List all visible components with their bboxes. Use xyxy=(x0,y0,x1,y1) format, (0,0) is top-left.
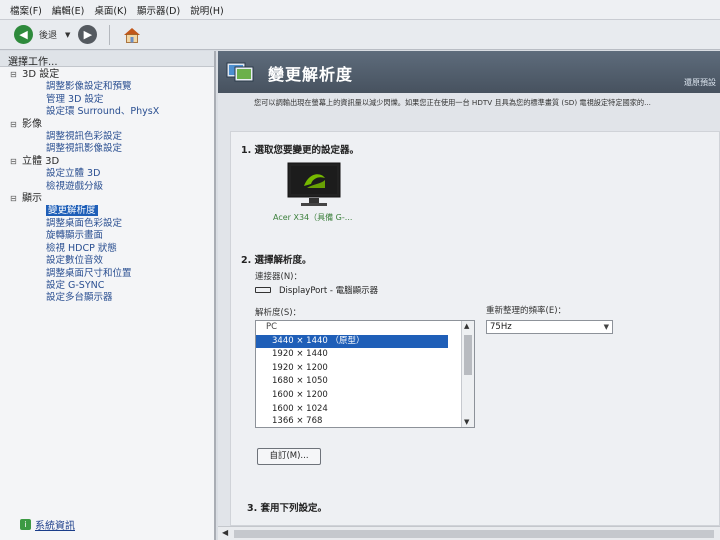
tree-item-gsync[interactable]: 設定 G-SYNC xyxy=(10,280,214,292)
tree-item-image-settings[interactable]: 調整影像設定和預覽 xyxy=(10,81,214,93)
list-item-resolution[interactable]: 1920 × 1200 xyxy=(256,362,474,376)
tree-item-rotate-display[interactable]: 旋轉顯示畫面 xyxy=(10,230,214,242)
tree-item-manage-3d[interactable]: 管理 3D 設定 xyxy=(10,94,214,106)
list-group-pc: PC xyxy=(266,322,278,332)
tree-category-video[interactable]: ⊟ 影像 xyxy=(10,119,214,131)
section-select-display: 1. 選取您要變更的設定器。 xyxy=(241,145,360,156)
sidebar-footer: i 系統資訊 xyxy=(20,517,75,532)
tree-item-video-image[interactable]: 調整視訊影像設定 xyxy=(10,143,214,155)
main-content: 變更解析度 還原預設 您可以調輸出現在螢幕上的資訊量以減少閃爍。如果您正在使用一… xyxy=(218,51,720,540)
system-info-link[interactable]: 系統資訊 xyxy=(35,517,75,532)
task-tree: ⊟ 3D 設定 調整影像設定和預覽 管理 3D 設定 設定環 Surround、P… xyxy=(0,67,214,305)
section-choose-resolution: 2. 選擇解析度。 xyxy=(241,255,312,266)
toolbar-divider xyxy=(109,24,111,45)
horizontal-scrollbar[interactable]: ◀ xyxy=(218,526,720,540)
menu-display[interactable]: 顯示器(D) xyxy=(137,3,180,17)
tree-category-stereo-3d[interactable]: ⊟ 立體 3D xyxy=(10,156,214,168)
forward-arrow-icon[interactable]: ▶ xyxy=(78,25,98,44)
tree-item-surround-physx[interactable]: 設定環 Surround、PhysX xyxy=(10,106,214,118)
tree-item-desktop-color[interactable]: 調整桌面色彩設定 xyxy=(10,218,214,230)
scroll-up-icon[interactable]: ▲ xyxy=(464,322,469,330)
list-item-resolution[interactable]: 1680 × 1050 xyxy=(256,375,474,389)
tree-category-3d-settings[interactable]: ⊟ 3D 設定 xyxy=(10,69,214,81)
menu-file[interactable]: 檔案(F) xyxy=(10,3,42,17)
collapse-icon[interactable]: ⊟ xyxy=(10,156,18,168)
menu-help[interactable]: 說明(H) xyxy=(190,3,224,17)
section-apply-settings: 3. 套用下列設定。 xyxy=(247,503,328,514)
refresh-rate-select[interactable]: 75Hz ▼ xyxy=(486,320,613,334)
back-label[interactable]: 後退 xyxy=(39,28,57,41)
toolbar: ◀ 後退 ▼ ▶ xyxy=(0,20,720,50)
connector-value: DisplayPort - 電腦顯示器 xyxy=(279,286,379,296)
display-settings-icon xyxy=(226,62,254,82)
collapse-icon[interactable]: ⊟ xyxy=(10,69,18,81)
settings-panel: 1. 選取您要變更的設定器。 Acer X34（具備 G-... 2. 選擇解析… xyxy=(230,131,720,526)
menu-edit[interactable]: 編輯(E) xyxy=(52,3,84,17)
chevron-down-icon[interactable]: ▼ xyxy=(604,321,609,333)
tree-item-video-color[interactable]: 調整視訊色彩設定 xyxy=(10,131,214,143)
back-arrow-icon[interactable]: ◀ xyxy=(14,25,33,44)
page-title: 變更解析度 xyxy=(268,65,354,84)
resolution-listbox[interactable]: PC 3440 × 1440 （原型） 1920 × 1440 1920 × 1… xyxy=(255,320,475,428)
list-item-resolution-selected[interactable]: 3440 × 1440 （原型） xyxy=(256,334,448,349)
list-item-resolution[interactable]: 1366 × 768 xyxy=(256,416,474,423)
sidebar-title: 選擇工作... xyxy=(0,51,214,68)
scroll-down-icon[interactable]: ▼ xyxy=(464,418,469,426)
page-description: 您可以調輸出現在螢幕上的資訊量以減少閃爍。如果您正在使用一台 HDTV 且具為您… xyxy=(254,98,651,107)
resolution-label: 解析度(S)： xyxy=(255,308,302,318)
connector-label: 連接器(N)： xyxy=(255,272,302,282)
connector-row: DisplayPort - 電腦顯示器 xyxy=(255,284,378,296)
tree-item-setup-stereo[interactable]: 設定立體 3D xyxy=(10,168,214,180)
task-sidebar: 選擇工作... ⊟ 3D 設定 調整影像設定和預覽 管理 3D 設定 設定環 Su… xyxy=(0,51,216,540)
tree-category-display[interactable]: ⊟ 顯示 xyxy=(10,193,214,205)
monitor-icon[interactable] xyxy=(287,162,341,208)
home-icon[interactable] xyxy=(122,25,142,45)
menu-desktop[interactable]: 桌面(K) xyxy=(94,3,127,17)
listbox-scrollbar[interactable]: ▲ ▼ xyxy=(461,321,474,427)
list-item-resolution[interactable]: 1920 × 1440 xyxy=(256,348,474,362)
tree-item-change-resolution[interactable]: 變更解析度 xyxy=(10,205,214,217)
scroll-thumb[interactable] xyxy=(464,335,472,375)
refresh-rate-label: 重新整理的頻率(E)： xyxy=(486,306,567,316)
tree-item-game-ratings[interactable]: 檢視遊戲分級 xyxy=(10,181,214,193)
collapse-icon[interactable]: ⊟ xyxy=(10,119,18,131)
tree-item-multiple-displays[interactable]: 設定多台顯示器 xyxy=(10,292,214,304)
restore-defaults-link[interactable]: 還原預設 xyxy=(684,77,716,88)
monitor-label[interactable]: Acer X34（具備 G-... xyxy=(273,212,352,223)
page-banner: 變更解析度 還原預設 xyxy=(218,51,720,93)
displayport-icon xyxy=(255,287,271,293)
tree-item-digital-audio[interactable]: 設定數位音效 xyxy=(10,255,214,267)
collapse-icon[interactable]: ⊟ xyxy=(10,193,18,205)
hscroll-thumb[interactable] xyxy=(234,530,714,538)
list-item-resolution[interactable]: 1600 × 1024 xyxy=(256,403,474,417)
tree-item-desktop-size[interactable]: 調整桌面尺寸和位置 xyxy=(10,268,214,280)
list-item-resolution[interactable]: 1600 × 1200 xyxy=(256,389,474,403)
customize-button[interactable]: 自訂(M)... xyxy=(257,448,321,465)
refresh-rate-value: 75Hz xyxy=(490,322,512,332)
menu-bar: 檔案(F) 編輯(E) 桌面(K) 顯示器(D) 說明(H) xyxy=(0,0,720,20)
scroll-left-icon[interactable]: ◀ xyxy=(222,528,228,537)
tree-item-hdcp-status[interactable]: 檢視 HDCP 狀態 xyxy=(10,243,214,255)
system-info-icon: i xyxy=(20,519,31,530)
back-dropdown-icon[interactable]: ▼ xyxy=(65,31,70,39)
